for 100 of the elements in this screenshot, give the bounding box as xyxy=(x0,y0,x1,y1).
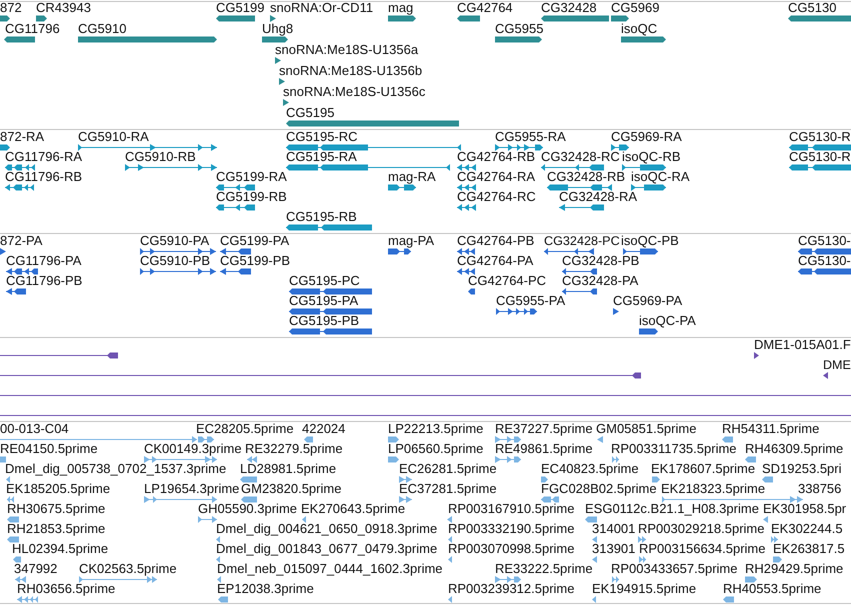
feature-line[interactable] xyxy=(0,392,851,399)
feature-arrow[interactable] xyxy=(0,15,10,22)
feature-label: RP003239312.5prime xyxy=(448,583,574,595)
feature-label: EK218323.5prime xyxy=(661,483,766,495)
feature-label: 313901 xyxy=(592,543,636,555)
feature-arrow[interactable] xyxy=(0,372,641,379)
feature-arrow[interactable] xyxy=(457,164,476,171)
feature-arrow[interactable] xyxy=(468,288,475,295)
feature-arrow[interactable] xyxy=(0,352,118,359)
feature-label: LP06560.5prime xyxy=(388,443,484,455)
feature-label: CG5195-PA xyxy=(289,295,358,307)
feature-arrow[interactable] xyxy=(5,164,35,171)
feature-label: 872 xyxy=(0,2,22,14)
feature-arrow[interactable] xyxy=(495,36,542,43)
feature-label: CG5910-PA xyxy=(140,235,210,247)
feature-arrow[interactable] xyxy=(754,352,759,359)
feature-arrow[interactable] xyxy=(798,248,851,255)
feature-label: Dmel_dig_001843_0677_0479.3prime xyxy=(216,543,438,555)
feature-arrow[interactable] xyxy=(562,268,597,275)
feature-label: CG5955-RA xyxy=(495,131,566,143)
feature-arrow[interactable] xyxy=(622,164,666,171)
feature-label: mag xyxy=(388,2,414,14)
feature-label: CG5130- xyxy=(798,255,851,267)
feature-label: CG5195-RA xyxy=(286,151,357,163)
feature-arrow[interactable] xyxy=(0,144,10,151)
feature-label: CG5910-RA xyxy=(78,131,149,143)
feature-arrow[interactable] xyxy=(270,15,276,22)
feature-label: CG5955 xyxy=(495,23,544,35)
feature-arrow[interactable] xyxy=(457,248,475,255)
feature-arrow[interactable] xyxy=(388,248,411,255)
feature-arrow[interactable] xyxy=(289,288,372,295)
feature-arrow[interactable] xyxy=(631,184,666,191)
feature-label: EC28205.5prime xyxy=(196,423,294,435)
feature-arrow[interactable] xyxy=(220,268,251,275)
feature-arrow[interactable] xyxy=(283,99,289,106)
feature-label: EK178607.5prime xyxy=(651,463,756,475)
feature-arrow[interactable] xyxy=(36,15,47,22)
feature-arrow[interactable] xyxy=(0,248,6,255)
feature-arrow[interactable] xyxy=(289,308,372,315)
feature-arrow[interactable] xyxy=(789,144,851,151)
feature-arrow[interactable] xyxy=(275,57,281,64)
feature-label: CG5910 xyxy=(78,23,126,35)
feature-arrow[interactable] xyxy=(559,204,604,211)
feature-arrow[interactable] xyxy=(789,164,851,171)
feature-arrow[interactable] xyxy=(823,372,828,379)
feature-label: RH46309.5prime xyxy=(745,443,844,455)
feature-line[interactable] xyxy=(0,412,851,419)
feature-label: GH05590.3prime xyxy=(198,503,297,515)
feature-arrow[interactable] xyxy=(541,164,604,171)
feature-arrow[interactable] xyxy=(140,268,216,275)
feature-arrow[interactable] xyxy=(495,144,543,151)
feature-label: isoQC-RA xyxy=(631,171,690,183)
feature-arrow[interactable] xyxy=(457,268,475,275)
feature-label: RE04150.5prime xyxy=(0,443,98,455)
feature-label: Uhg8 xyxy=(262,23,294,35)
feature-label: EK194915.5prime xyxy=(592,583,696,595)
feature-label: CG11796 xyxy=(5,23,60,35)
feature-arrow[interactable] xyxy=(286,144,461,151)
feature-arrow[interactable] xyxy=(457,184,476,191)
feature-arrow[interactable] xyxy=(562,288,597,295)
feature-arrow[interactable] xyxy=(220,248,251,255)
feature-arrow[interactable] xyxy=(286,164,450,171)
feature-arrow[interactable] xyxy=(621,36,666,43)
feature-arrow[interactable] xyxy=(286,224,372,231)
feature-arrow[interactable] xyxy=(639,328,658,335)
feature-arrow[interactable] xyxy=(611,15,629,22)
feature-label: Dmel_dig_004621_0650_0918.3prime xyxy=(216,523,438,535)
feature-arrow[interactable] xyxy=(6,268,38,275)
feature-arrow[interactable] xyxy=(388,184,416,191)
feature-arrow[interactable] xyxy=(78,144,217,151)
feature-arrow[interactable] xyxy=(544,248,594,255)
feature-label: CK00149.3prime xyxy=(144,443,242,455)
feature-arrow[interactable] xyxy=(4,36,35,43)
feature-arrow[interactable] xyxy=(457,15,480,22)
feature-arrow[interactable] xyxy=(5,184,34,191)
feature-arrow[interactable] xyxy=(623,248,658,255)
feature-label: Dmel_dig_005738_0702_1537.3prime xyxy=(5,463,226,475)
feature-label: RP003332190.5prime xyxy=(448,523,574,535)
feature-arrow[interactable] xyxy=(262,36,288,43)
feature-arrow[interactable] xyxy=(611,144,629,151)
feature-arrow[interactable] xyxy=(6,288,26,295)
feature-arrow[interactable] xyxy=(216,15,255,22)
feature-label: CG11796-PA xyxy=(6,255,82,267)
feature-arrow[interactable] xyxy=(125,164,217,171)
feature-arrow[interactable] xyxy=(388,15,416,22)
feature-arrow[interactable] xyxy=(216,204,255,211)
feature-arrow[interactable] xyxy=(279,78,285,85)
feature-arrow[interactable] xyxy=(547,184,612,191)
feature-arrow[interactable] xyxy=(613,308,619,315)
feature-arrow[interactable] xyxy=(496,308,537,315)
feature-arrow[interactable] xyxy=(289,328,372,335)
feature-arrow[interactable] xyxy=(798,268,851,275)
feature-label: CG32428 xyxy=(541,2,597,14)
feature-arrow[interactable] xyxy=(457,204,476,211)
feature-arrow[interactable] xyxy=(216,184,255,191)
feature-label: EK301958.5pr xyxy=(763,503,846,515)
feature-block[interactable] xyxy=(0,456,6,463)
feature-arrow[interactable] xyxy=(140,248,216,255)
feature-label: 872-RA xyxy=(0,131,44,143)
feature-label: 00-013-C04 xyxy=(0,423,69,435)
